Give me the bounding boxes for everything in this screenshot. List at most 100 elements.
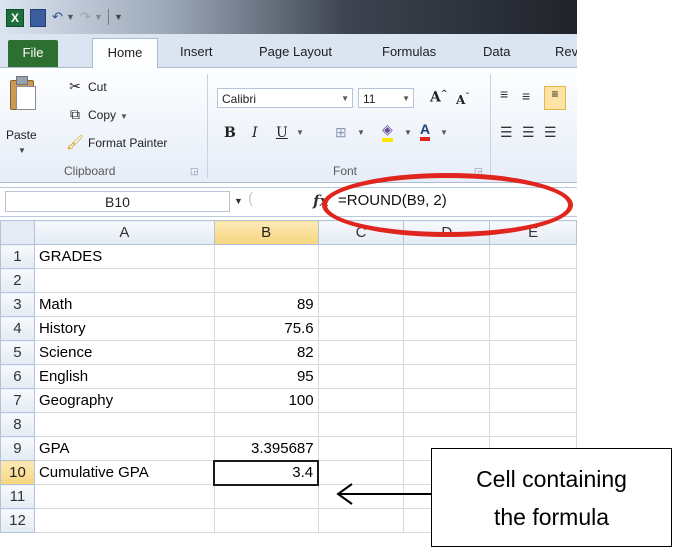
align-middle-icon[interactable]: ≡ — [522, 88, 530, 104]
row-header[interactable]: 8 — [0, 412, 35, 437]
undo-dropdown-icon[interactable]: ▼ — [66, 9, 75, 25]
cut-button[interactable]: ✂ Cut — [66, 78, 107, 95]
cell-a12[interactable] — [33, 508, 215, 533]
cell-b12[interactable] — [213, 508, 319, 533]
cell-b9[interactable]: 3.395687 — [213, 436, 319, 461]
customize-quick-access-icon[interactable]: ▼ — [114, 9, 123, 25]
cell-b2[interactable] — [213, 268, 319, 293]
cell-c1[interactable] — [317, 244, 405, 269]
row-header[interactable]: 6 — [0, 364, 35, 389]
cell-e5[interactable] — [489, 340, 577, 365]
cell-a7[interactable]: Geography — [33, 388, 215, 413]
cell-d5[interactable] — [403, 340, 491, 365]
cell-b8[interactable] — [213, 412, 319, 437]
copy-dropdown-icon[interactable]: ▼ — [120, 112, 128, 121]
fill-color-dropdown-icon[interactable]: ▼ — [404, 128, 412, 137]
cell-a4[interactable]: History — [33, 316, 215, 341]
tab-data[interactable]: Data — [483, 44, 510, 59]
tab-review[interactable]: Rev — [555, 44, 577, 59]
underline-dropdown-icon[interactable]: ▼ — [296, 128, 304, 137]
tab-page-layout[interactable]: Page Layout — [259, 44, 332, 59]
cell-e2[interactable] — [489, 268, 577, 293]
copy-button[interactable]: ⧉ Copy ▼ — [66, 106, 128, 123]
chevron-down-icon[interactable]: ▼ — [402, 89, 410, 109]
cell-d8[interactable] — [403, 412, 491, 437]
column-header-b[interactable]: B — [213, 220, 319, 245]
cell-c5[interactable] — [317, 340, 405, 365]
save-icon[interactable] — [30, 9, 46, 27]
format-painter-button[interactable]: 🖌 Format Painter — [66, 134, 167, 151]
align-top-icon[interactable]: ≡ — [500, 86, 508, 102]
cell-a10[interactable]: Cumulative GPA — [33, 460, 215, 485]
cell-d1[interactable] — [403, 244, 491, 269]
cell-e6[interactable] — [489, 364, 577, 389]
cell-a1[interactable]: GRADES — [33, 244, 215, 269]
row-header[interactable]: 1 — [0, 244, 35, 269]
row-header[interactable]: 3 — [0, 292, 35, 317]
tab-home[interactable]: Home — [92, 38, 158, 69]
redo-dropdown-icon[interactable]: ▼ — [94, 9, 103, 25]
borders-icon[interactable]: ⊞ — [335, 124, 347, 141]
cell-d3[interactable] — [403, 292, 491, 317]
cell-a3[interactable]: Math — [33, 292, 215, 317]
row-header[interactable]: 9 — [0, 436, 35, 461]
row-header[interactable]: 10 — [0, 460, 35, 485]
row-header[interactable]: 2 — [0, 268, 35, 293]
chevron-down-icon[interactable]: ▼ — [341, 89, 349, 109]
cell-c10[interactable] — [317, 460, 405, 485]
cell-d6[interactable] — [403, 364, 491, 389]
name-box[interactable]: B10 — [5, 191, 230, 212]
borders-dropdown-icon[interactable]: ▼ — [357, 128, 365, 137]
tab-insert[interactable]: Insert — [180, 44, 213, 59]
align-right-icon[interactable]: ☰ — [544, 124, 557, 141]
name-box-dropdown-icon[interactable]: ▼ — [234, 196, 243, 206]
cell-e4[interactable] — [489, 316, 577, 341]
cell-b7[interactable]: 100 — [213, 388, 319, 413]
fill-color-icon[interactable]: ◈ — [382, 121, 393, 142]
column-header-a[interactable]: A — [33, 220, 215, 245]
cell-a5[interactable]: Science — [33, 340, 215, 365]
paste-icon[interactable] — [10, 76, 36, 110]
cell-d2[interactable] — [403, 268, 491, 293]
cell-b6[interactable]: 95 — [213, 364, 319, 389]
cell-c8[interactable] — [317, 412, 405, 437]
align-left-icon[interactable]: ☰ — [500, 124, 513, 141]
cell-a8[interactable] — [33, 412, 215, 437]
cell-e3[interactable] — [489, 292, 577, 317]
paste-button[interactable]: Paste — [6, 128, 37, 142]
cell-a2[interactable] — [33, 268, 215, 293]
row-header[interactable]: 4 — [0, 316, 35, 341]
cell-b10-active[interactable]: 3.4 — [213, 459, 320, 486]
cell-a6[interactable]: English — [33, 364, 215, 389]
font-color-dropdown-icon[interactable]: ▼ — [440, 128, 448, 137]
tab-formulas[interactable]: Formulas — [382, 44, 436, 59]
cell-a9[interactable]: GPA — [33, 436, 215, 461]
cell-c2[interactable] — [317, 268, 405, 293]
bold-button[interactable]: B — [224, 125, 236, 141]
row-header[interactable]: 12 — [0, 508, 35, 533]
cell-b1[interactable] — [213, 244, 319, 269]
font-size-combo[interactable]: 11 ▼ — [358, 88, 414, 108]
cell-d4[interactable] — [403, 316, 491, 341]
select-all-corner[interactable] — [0, 220, 35, 245]
cancel-entry-icon[interactable]: ( — [248, 190, 253, 207]
cell-d7[interactable] — [403, 388, 491, 413]
grow-font-button[interactable]: A^ — [430, 88, 448, 106]
row-header[interactable]: 5 — [0, 340, 35, 365]
clipboard-launcher-icon[interactable]: ◲ — [190, 166, 199, 177]
cell-e7[interactable] — [489, 388, 577, 413]
align-bottom-icon[interactable]: ≡ — [544, 86, 566, 110]
undo-icon[interactable]: ↶ — [52, 9, 63, 25]
align-center-icon[interactable]: ☰ — [522, 124, 535, 141]
cell-c7[interactable] — [317, 388, 405, 413]
excel-icon[interactable]: X — [6, 9, 24, 27]
row-header[interactable]: 11 — [0, 484, 35, 509]
cell-c12[interactable] — [317, 508, 405, 533]
cell-c6[interactable] — [317, 364, 405, 389]
cell-b3[interactable]: 89 — [213, 292, 319, 317]
cell-a11[interactable] — [33, 484, 215, 509]
font-color-icon[interactable]: A — [420, 121, 431, 141]
tab-file[interactable]: File — [8, 40, 58, 67]
cell-e1[interactable] — [489, 244, 577, 269]
redo-icon[interactable]: ↷ — [80, 9, 91, 25]
